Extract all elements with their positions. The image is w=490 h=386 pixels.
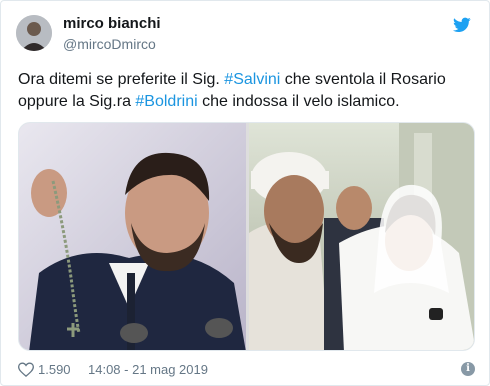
user-handle[interactable]: @mircoDmirco: [63, 36, 156, 52]
twitter-bird-icon[interactable]: [453, 17, 471, 33]
tweet-text-end: che indossa il velo islamico.: [197, 93, 400, 110]
tweet-text-start: Ora ditemi se preferite il Sig.: [18, 71, 225, 88]
photo-right[interactable]: [249, 123, 474, 350]
hashtag-salvini[interactable]: #Salvini: [224, 71, 280, 88]
display-name[interactable]: mirco bianchi: [63, 15, 161, 32]
like-count[interactable]: 1.590: [38, 362, 71, 377]
avatar[interactable]: [16, 15, 52, 51]
info-icon[interactable]: i: [461, 362, 475, 376]
photo-left[interactable]: [19, 123, 246, 350]
tweet-card: mirco bianchi @mircoDmirco Ora ditemi se…: [0, 0, 490, 386]
hashtag-boldrini[interactable]: #Boldrini: [135, 93, 197, 110]
tweet-text: Ora ditemi se preferite il Sig. #Salvini…: [18, 69, 478, 113]
tweet-footer: 1.590 14:08 - 21 mag 2019 i: [18, 360, 475, 380]
timestamp[interactable]: 14:08 - 21 mag 2019: [88, 362, 208, 377]
media-image[interactable]: [18, 122, 475, 351]
heart-icon[interactable]: [18, 362, 34, 377]
